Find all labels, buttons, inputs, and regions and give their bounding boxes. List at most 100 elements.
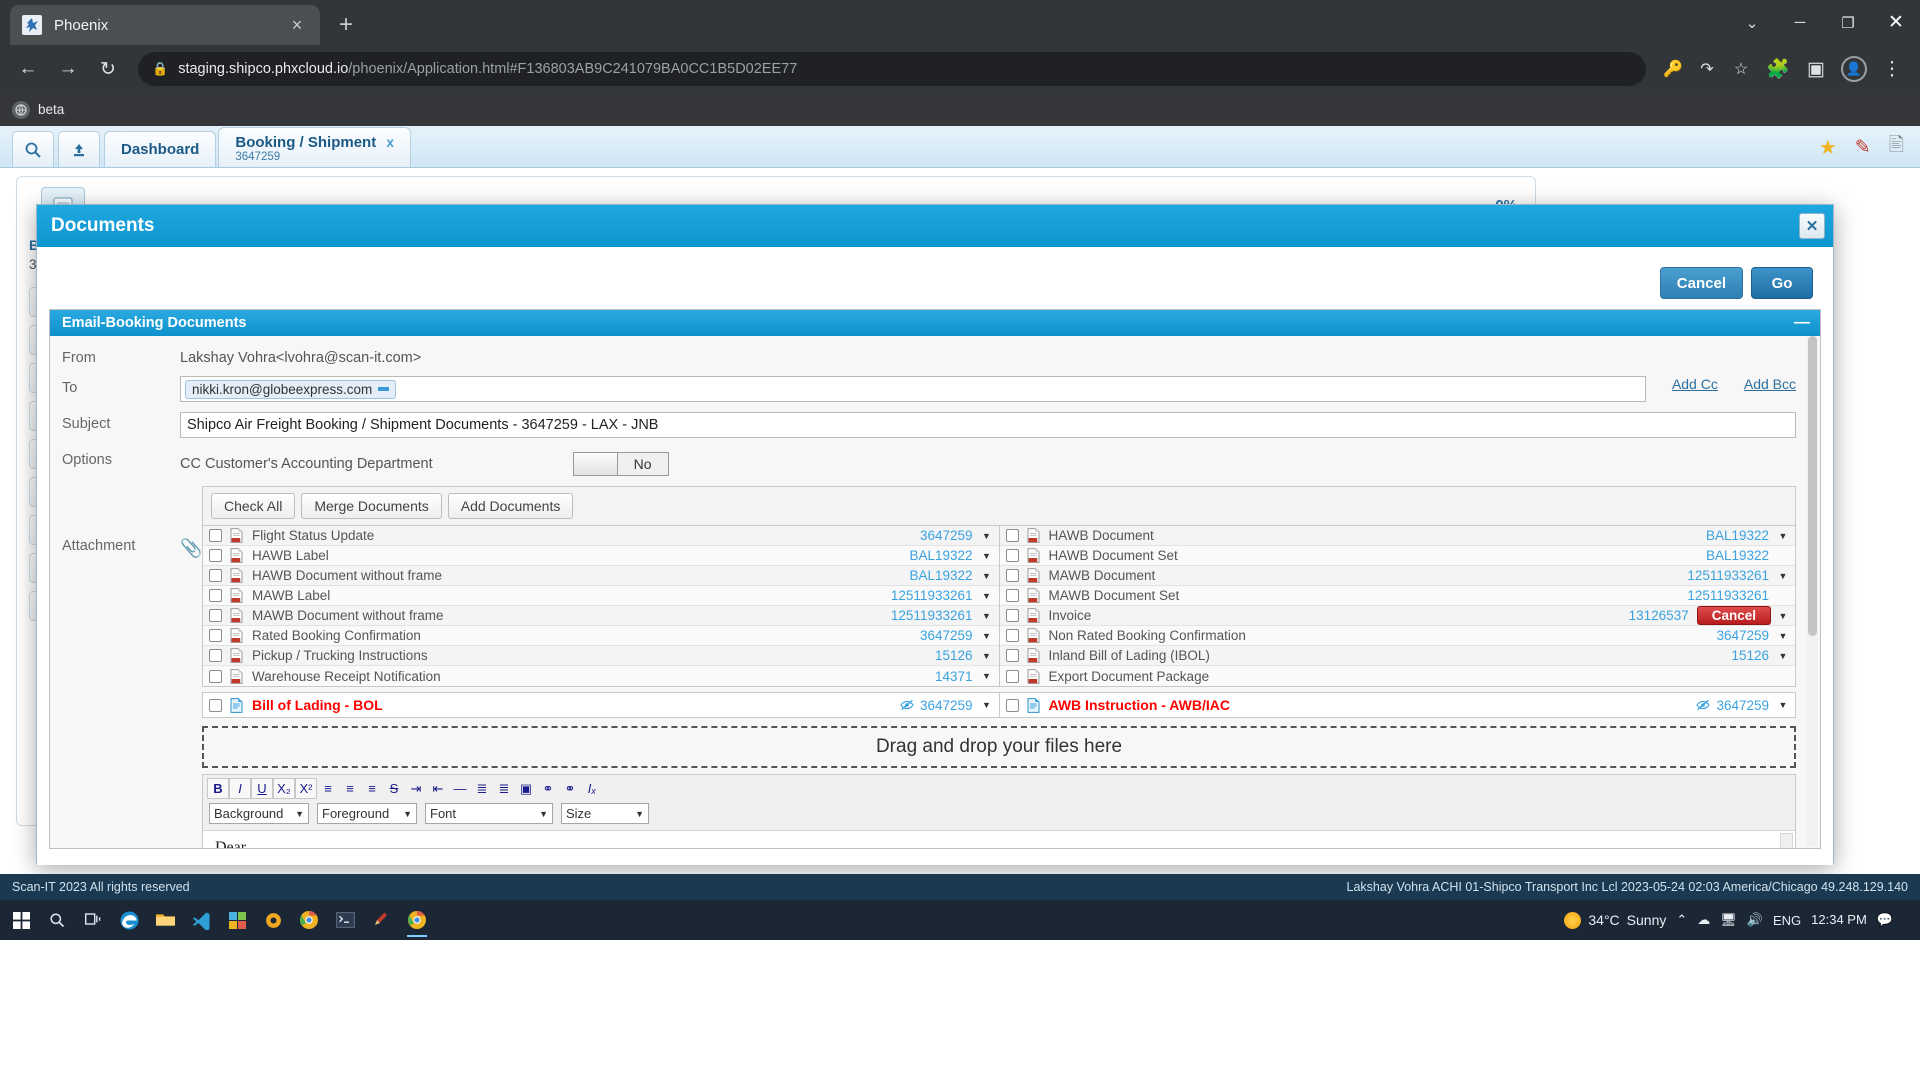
chevron-down-icon[interactable]: ▼ bbox=[981, 651, 993, 661]
panel-scrollbar-thumb[interactable] bbox=[1808, 336, 1817, 636]
window-close-button[interactable]: ✕ bbox=[1872, 11, 1920, 34]
taskbar-vscode-icon[interactable] bbox=[184, 902, 218, 938]
go-button[interactable]: Go bbox=[1751, 267, 1813, 299]
superscript-icon[interactable]: X² bbox=[295, 778, 317, 799]
taskbar-settings-icon[interactable] bbox=[256, 902, 290, 938]
chevron-down-icon[interactable]: ▼ bbox=[981, 671, 993, 681]
document-row[interactable]: AWB Instruction - AWB/IAC 3647259 ▼ bbox=[999, 693, 1795, 717]
taskbar-chrome-icon[interactable] bbox=[292, 902, 326, 938]
document-checkbox[interactable] bbox=[1005, 669, 1019, 683]
document-checkbox[interactable] bbox=[1005, 589, 1019, 602]
upload-icon[interactable] bbox=[58, 131, 100, 167]
bookmark-star-icon[interactable]: ☆ bbox=[1726, 54, 1756, 84]
document-reference[interactable]: 12511933261 bbox=[891, 608, 973, 623]
italic-icon[interactable]: I bbox=[229, 778, 251, 799]
taskbar-store-icon[interactable] bbox=[220, 902, 254, 938]
document-row[interactable]: Rated Booking Confirmation 3647259 ▼ bbox=[203, 626, 999, 646]
add-documents-button[interactable]: Add Documents bbox=[447, 493, 574, 519]
align-right-icon[interactable]: ≡ bbox=[361, 778, 383, 799]
chevron-down-icon[interactable]: ▼ bbox=[1777, 571, 1789, 581]
weather-widget[interactable]: 34°C Sunny bbox=[1564, 911, 1666, 929]
document-row[interactable]: MAWB Document without frame 12511933261 ▼ bbox=[203, 606, 999, 626]
underline-icon[interactable]: U bbox=[251, 778, 273, 799]
tab-close-icon[interactable]: × bbox=[286, 15, 308, 36]
document-reference[interactable]: 3647259 bbox=[1716, 628, 1769, 643]
panel-scrollbar[interactable] bbox=[1807, 336, 1818, 846]
background-color-select[interactable]: Background ▼ bbox=[209, 803, 309, 824]
chevron-down-icon[interactable]: ▼ bbox=[1777, 700, 1789, 710]
document-checkbox[interactable] bbox=[209, 698, 222, 712]
eye-off-icon[interactable] bbox=[1696, 699, 1711, 711]
forward-icon[interactable]: → bbox=[50, 51, 86, 87]
insert-link-icon[interactable]: ⚭ bbox=[537, 778, 559, 799]
bold-icon[interactable]: B bbox=[207, 778, 229, 799]
horizontal-rule-icon[interactable]: — bbox=[449, 778, 471, 799]
document-row[interactable]: HAWB Document without frame BAL19322 ▼ bbox=[203, 566, 999, 586]
insert-image-icon[interactable]: ▣ bbox=[515, 778, 537, 799]
sidepanel-icon[interactable]: ▣ bbox=[1798, 51, 1834, 87]
document-row[interactable]: Flight Status Update 3647259 ▼ bbox=[203, 526, 999, 546]
align-center-icon[interactable]: ≡ bbox=[339, 778, 361, 799]
document-row[interactable]: MAWB Label 12511933261 ▼ bbox=[203, 586, 999, 606]
document-checkbox[interactable] bbox=[209, 589, 222, 602]
document-checkbox[interactable] bbox=[1005, 649, 1019, 662]
cc-accounting-toggle[interactable]: No bbox=[572, 452, 669, 476]
tray-volume-icon[interactable]: 🔊 bbox=[1747, 912, 1763, 928]
window-maximize-button[interactable]: ❐ bbox=[1824, 14, 1872, 32]
document-row[interactable]: HAWB Label BAL19322 ▼ bbox=[203, 546, 999, 566]
check-all-button[interactable]: Check All bbox=[211, 493, 296, 519]
reload-icon[interactable]: ↻ bbox=[90, 51, 126, 87]
chevron-down-icon[interactable]: ▼ bbox=[981, 631, 993, 641]
document-reference[interactable]: 3647259 bbox=[1716, 698, 1769, 713]
taskbar-paint-icon[interactable] bbox=[364, 902, 398, 938]
tray-onedrive-icon[interactable]: ☁ bbox=[1697, 912, 1710, 928]
document-row[interactable]: HAWB Document BAL19322 ▼ bbox=[999, 526, 1795, 546]
task-view-icon[interactable] bbox=[76, 902, 110, 938]
document-row[interactable]: Warehouse Receipt Notification 14371 ▼ bbox=[203, 666, 999, 686]
document-reference[interactable]: BAL19322 bbox=[909, 568, 972, 583]
cancel-button[interactable]: Cancel bbox=[1659, 267, 1743, 299]
document-row[interactable]: MAWB Document 12511933261 ▼ bbox=[999, 566, 1795, 586]
chevron-down-icon[interactable]: ▼ bbox=[1777, 631, 1789, 641]
ordered-list-icon[interactable]: ≣ bbox=[471, 778, 493, 799]
file-dropzone[interactable]: Drag and drop your files here bbox=[202, 726, 1796, 768]
chevron-down-icon[interactable]: ▼ bbox=[1777, 611, 1789, 621]
document-checkbox[interactable] bbox=[209, 609, 222, 622]
tab-booking-shipment[interactable]: Booking / Shipment x 3647259 bbox=[218, 127, 411, 167]
report-icon[interactable]: 🖹 bbox=[1889, 131, 1904, 163]
document-checkbox[interactable] bbox=[209, 569, 222, 582]
chrome-menu-icon[interactable]: ⋮ bbox=[1874, 51, 1910, 87]
document-row[interactable]: Pickup / Trucking Instructions 15126 ▼ bbox=[203, 646, 999, 666]
document-checkbox[interactable] bbox=[209, 649, 222, 662]
document-row[interactable]: Bill of Lading - BOL 3647259 ▼ bbox=[203, 693, 999, 717]
tab-booking-close-icon[interactable]: x bbox=[386, 134, 394, 150]
back-icon[interactable]: ← bbox=[10, 51, 46, 87]
tray-language[interactable]: ENG bbox=[1773, 913, 1801, 928]
chevron-down-icon[interactable]: ▼ bbox=[981, 591, 993, 601]
foreground-color-select[interactable]: Foreground ▼ bbox=[317, 803, 417, 824]
strikethrough-icon[interactable]: S bbox=[383, 778, 405, 799]
document-checkbox[interactable] bbox=[1005, 629, 1019, 642]
document-reference[interactable]: BAL19322 bbox=[1706, 548, 1769, 563]
tray-notifications-icon[interactable]: 💬 bbox=[1877, 912, 1893, 928]
document-cancel-button[interactable]: Cancel bbox=[1696, 606, 1771, 625]
document-row[interactable]: Inland Bill of Lading (IBOL) 15126 ▼ bbox=[999, 646, 1795, 666]
chevron-down-icon[interactable]: ▼ bbox=[981, 571, 993, 581]
extensions-icon[interactable]: 🧩 bbox=[1760, 51, 1796, 87]
new-tab-button[interactable]: + bbox=[326, 11, 366, 39]
align-left-icon[interactable]: ≡ bbox=[317, 778, 339, 799]
password-key-icon[interactable]: 🔑 bbox=[1658, 54, 1688, 84]
address-bar[interactable]: 🔒 staging.shipco.phxcloud.io/phoenix/App… bbox=[138, 52, 1646, 86]
subscript-icon[interactable]: X₂ bbox=[273, 778, 295, 799]
chevron-down-icon[interactable]: ▼ bbox=[981, 531, 993, 541]
document-row[interactable]: MAWB Document Set12511933261▼ bbox=[999, 586, 1795, 606]
document-checkbox[interactable] bbox=[209, 529, 222, 542]
tray-network-icon[interactable]: 🖥 bbox=[1720, 912, 1737, 928]
merge-documents-button[interactable]: Merge Documents bbox=[301, 493, 442, 519]
document-checkbox[interactable] bbox=[1005, 549, 1019, 562]
clear-formatting-icon[interactable]: Iₓ bbox=[581, 778, 603, 799]
document-reference[interactable]: 14371 bbox=[935, 669, 973, 684]
subject-input[interactable]: Shipco Air Freight Booking / Shipment Do… bbox=[180, 412, 1796, 438]
document-reference[interactable]: 12511933261 bbox=[891, 588, 973, 603]
document-checkbox[interactable] bbox=[209, 629, 222, 642]
